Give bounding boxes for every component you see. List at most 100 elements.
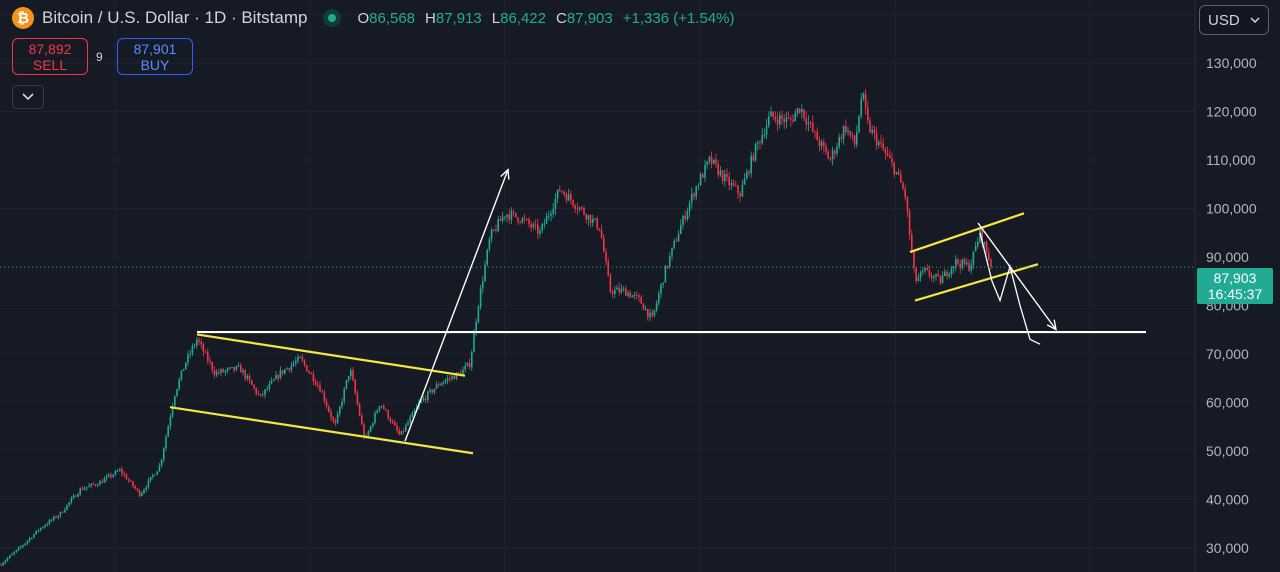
open-label: O bbox=[357, 9, 370, 27]
price-axis-label: 60,000 bbox=[1206, 394, 1249, 410]
candle-body bbox=[332, 417, 334, 421]
candle-body bbox=[42, 527, 44, 529]
candle-body bbox=[262, 394, 264, 396]
candlestick-series bbox=[0, 89, 992, 567]
candle-body bbox=[581, 207, 583, 209]
candle-body bbox=[182, 368, 185, 371]
candle-body bbox=[697, 185, 700, 187]
candle-body bbox=[798, 108, 801, 113]
candle-body bbox=[479, 288, 482, 307]
candle-body bbox=[706, 161, 708, 165]
candle-body bbox=[31, 537, 33, 539]
candle-body bbox=[726, 174, 728, 177]
candle-body bbox=[398, 430, 400, 435]
trendline[interactable] bbox=[169, 406, 474, 455]
candle-body bbox=[466, 362, 469, 366]
ohlc-values: O86,568 H87,913 L86,422 C87,903 +1,336 (… bbox=[357, 10, 734, 27]
candle-body bbox=[253, 384, 255, 389]
current-price: 87,903 bbox=[1213, 270, 1257, 286]
candle-body bbox=[273, 379, 275, 381]
candle-body bbox=[22, 545, 24, 547]
candle-body bbox=[257, 393, 260, 395]
candle-body bbox=[889, 155, 891, 159]
candle-body bbox=[752, 155, 755, 161]
candle-body bbox=[143, 489, 145, 494]
candle-body bbox=[457, 372, 460, 374]
candle-body bbox=[90, 483, 92, 486]
candle-body bbox=[878, 142, 880, 146]
symbol-title[interactable]: Bitcoin / U.S. Dollar · 1D · Bitstamp bbox=[42, 8, 307, 28]
candle-body bbox=[966, 262, 968, 265]
candle-body bbox=[237, 365, 240, 367]
currency-select[interactable]: USD bbox=[1199, 5, 1269, 35]
candle-body bbox=[790, 118, 792, 120]
candle-body bbox=[471, 352, 473, 368]
candle-body bbox=[48, 520, 51, 525]
high-value: 87,913 bbox=[435, 9, 482, 27]
candle-body bbox=[886, 153, 889, 156]
candle-body bbox=[116, 471, 119, 473]
candle-body bbox=[739, 193, 741, 197]
candle-body bbox=[915, 268, 917, 282]
candle-body bbox=[105, 476, 108, 479]
candle-body bbox=[167, 426, 169, 437]
candle-body bbox=[851, 135, 854, 137]
candle-body bbox=[136, 488, 139, 491]
price-axis-label: 50,000 bbox=[1206, 443, 1249, 459]
buy-button[interactable]: 87,901 BUY bbox=[117, 38, 193, 75]
candle-body bbox=[189, 353, 191, 355]
candle-body bbox=[440, 383, 442, 386]
candle-body bbox=[328, 406, 330, 412]
bitcoin-icon: ₿ bbox=[12, 7, 34, 29]
arrow-line[interactable] bbox=[977, 222, 1057, 331]
candle-body bbox=[163, 448, 165, 460]
collapse-button[interactable] bbox=[12, 85, 44, 109]
candle-body bbox=[191, 346, 194, 354]
candle-body bbox=[638, 295, 640, 298]
candle-body bbox=[26, 540, 29, 544]
price-axis-label: 70,000 bbox=[1206, 346, 1249, 362]
candle-body bbox=[369, 426, 372, 432]
sell-button[interactable]: 87,892 SELL bbox=[12, 38, 88, 75]
candle-body bbox=[741, 184, 744, 197]
candle-body bbox=[20, 546, 22, 548]
candle-body bbox=[383, 405, 385, 410]
candle-body bbox=[772, 111, 774, 117]
candle-body bbox=[541, 223, 543, 231]
candle-body bbox=[154, 474, 156, 476]
candle-body bbox=[77, 494, 79, 497]
candle-body bbox=[592, 218, 594, 224]
market-status-icon[interactable] bbox=[323, 9, 342, 27]
candle-body bbox=[737, 185, 739, 194]
symbol-header[interactable]: ₿ Bitcoin / U.S. Dollar · 1D · Bitstamp … bbox=[12, 6, 734, 30]
candle-body bbox=[493, 229, 495, 231]
candle-body bbox=[805, 118, 807, 125]
candle-body bbox=[482, 281, 484, 289]
drawing-annotations[interactable] bbox=[169, 168, 1146, 455]
candle-body bbox=[317, 384, 319, 386]
candle-body bbox=[717, 163, 719, 176]
candle-body bbox=[614, 289, 616, 294]
candle-body bbox=[209, 360, 211, 363]
candle-body bbox=[160, 459, 163, 466]
candle-body bbox=[763, 134, 766, 136]
candle-body bbox=[490, 230, 493, 239]
price-chart[interactable]: 30,00040,00050,00060,00070,00080,00090,0… bbox=[0, 0, 1280, 572]
candle-body bbox=[671, 247, 673, 256]
candle-body bbox=[735, 185, 737, 187]
candle-body bbox=[297, 356, 299, 361]
candle-body bbox=[620, 288, 623, 293]
candle-body bbox=[845, 126, 847, 133]
candle-body bbox=[61, 511, 64, 513]
candle-body bbox=[952, 266, 955, 269]
candle-body bbox=[233, 366, 235, 371]
candle-body bbox=[561, 191, 563, 193]
candle-body bbox=[499, 219, 502, 221]
candle-body bbox=[616, 287, 618, 290]
candle-body bbox=[904, 188, 906, 198]
trendline[interactable] bbox=[909, 212, 1025, 254]
candle-body bbox=[801, 109, 803, 113]
candle-body bbox=[356, 393, 359, 405]
candle-body bbox=[609, 275, 612, 292]
candle-body bbox=[407, 422, 409, 426]
